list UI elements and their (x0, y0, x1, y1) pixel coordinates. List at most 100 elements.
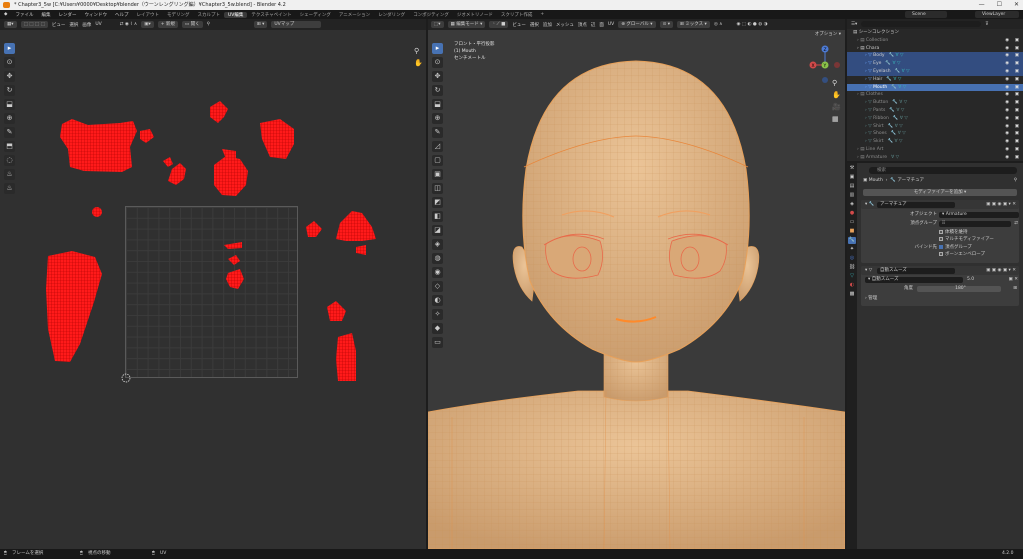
tab-layout[interactable]: レイアウト (132, 12, 163, 18)
transform-2-icon[interactable]: ▭ (432, 337, 443, 348)
outliner-search[interactable] (861, 21, 982, 27)
render-camera-icon[interactable]: ▣ (1015, 99, 1019, 107)
menu-file[interactable]: ファイル (11, 12, 37, 18)
spin-icon[interactable]: ◍ (432, 253, 443, 264)
vertex-group-field[interactable]: ⠿ (939, 221, 1011, 227)
outliner-scene-collection[interactable]: ▤ シーンコレクション (847, 29, 1023, 37)
ortho-toggle-icon[interactable]: ▦ (832, 113, 841, 125)
vp-menu-face[interactable]: 面 (599, 22, 604, 28)
minimize-button[interactable]: — (979, 0, 985, 10)
render-camera-icon[interactable]: ▣ (1015, 107, 1019, 115)
uv-editor[interactable]: ▦▾ ⬚ ⬚ ⬚ ⬚ ビュー 選択 画像 UV ⇄ ◉ ⌇ ∧ ▣▾ + 新規 … (0, 19, 426, 549)
camera-view-icon[interactable]: 🎥 (832, 101, 841, 113)
material-tab-icon[interactable]: ◐ (848, 282, 856, 289)
menu-window[interactable]: ウィンドウ (80, 12, 111, 18)
render-camera-icon[interactable]: ▣ (1015, 115, 1019, 123)
tab-animation[interactable]: アニメーション (335, 12, 374, 18)
outliner-item-hair[interactable]: › ▽ Hair 🔧 ∀ ▽ ◉ ▣ (847, 76, 1023, 84)
mode-selector[interactable]: ▦ 編集モード ▾ (447, 21, 486, 28)
scene-tab-icon[interactable]: ◈ (848, 201, 856, 208)
visibility-eye-icon[interactable]: ◉ (1005, 37, 1009, 45)
smooth-modifier-toggles[interactable]: ▣ ▣ ◉ ▣ ▾ ✕ (986, 266, 1016, 275)
visibility-eye-icon[interactable]: ◉ (1005, 99, 1009, 107)
render-camera-icon[interactable]: ▣ (1015, 60, 1019, 68)
tool-tab-icon[interactable]: ⚒ (848, 165, 856, 172)
angle-field[interactable]: 180° (917, 286, 1001, 292)
filter-icon[interactable]: ⊽ (985, 22, 988, 27)
orientation-selector[interactable]: ⊕ グローバル ▾ (618, 21, 656, 28)
manage-subpanel[interactable]: › 管理 (865, 295, 877, 303)
output-tab-icon[interactable]: ▤ (848, 183, 856, 190)
object-field[interactable]: ▾ Armature (939, 212, 1019, 218)
render-camera-icon[interactable]: ▣ (1015, 52, 1019, 60)
outliner-item-chara[interactable]: › ▤ Chara ◉ ▣ (847, 45, 1023, 53)
invert-icon[interactable]: ⇄ (1014, 220, 1018, 228)
shear-icon[interactable]: ✧ (432, 309, 443, 320)
visibility-eye-icon[interactable]: ◉ (1005, 91, 1009, 99)
visibility-eye-icon[interactable]: ◉ (1005, 123, 1009, 131)
visibility-eye-icon[interactable]: ◉ (1005, 52, 1009, 60)
vp-menu-add[interactable]: 追加 (543, 22, 552, 28)
outliner-item-ribbon[interactable]: › ▽ Ribbon 🔧 ∀ ▽ ◉ ▣ (847, 115, 1023, 123)
visibility-eye-icon[interactable]: ◉ (1005, 107, 1009, 115)
physics-tab-icon[interactable]: ◎ (848, 255, 856, 262)
constraints-tab-icon[interactable]: ⛓ (848, 264, 856, 271)
visibility-eye-icon[interactable]: ◉ (1005, 138, 1009, 146)
render-camera-icon[interactable]: ▣ (1015, 76, 1019, 84)
pan-view-icon[interactable]: ✋ (832, 89, 841, 101)
render-camera-icon[interactable]: ▣ (1015, 123, 1019, 131)
node-group-icons[interactable]: ▣ ✕ (1009, 276, 1018, 284)
tab-modeling[interactable]: モデリング (163, 12, 194, 18)
smooth-modifier-header[interactable]: ▾ ▽ 自動スムーズ ▣ ▣ ◉ ▣ ▾ ✕ (861, 266, 1019, 275)
options-menu[interactable]: オプション ▾ (815, 31, 841, 37)
vp-menu-uv[interactable]: UV (608, 22, 614, 27)
vp-menu-edge[interactable]: 辺 (591, 22, 596, 28)
view-layer-tab-icon[interactable]: ▥ (848, 192, 856, 199)
properties-editor[interactable]: ⚒ ▣ ▤ ▥ ◈ ● ▭ ■ 🔧 ✦ ◎ ⛓ ▽ ◐ ▩ 検索 ▣ Mouth… (847, 163, 1023, 549)
annotate-icon[interactable]: ✎ (432, 127, 443, 138)
transform-icon[interactable]: ⊕ (432, 113, 443, 124)
outliner-item-eye[interactable]: › ▽ Eye 🔧 ∀ ▽ ◉ ▣ (847, 60, 1023, 68)
outliner-item-line-art[interactable]: › ▤ Line Art ◉ ▣ (847, 146, 1023, 154)
cursor-icon[interactable]: ⊙ (432, 57, 443, 68)
outliner-item-clothes[interactable]: › ▤ Clothes ◉ ▣ (847, 91, 1023, 99)
outliner-item-shoes[interactable]: › ▽ Shoes 🔧 ∀ ▽ ◉ ▣ (847, 130, 1023, 138)
smooth-icon[interactable]: ◉ (432, 267, 443, 278)
outliner-item-collection[interactable]: › ▤ Collection ◉ ▣ (847, 37, 1023, 45)
vp-menu-view[interactable]: ビュー (512, 22, 526, 28)
select-box-icon[interactable]: ▸ (432, 43, 443, 54)
properties-search[interactable]: 検索 (869, 167, 1017, 174)
outliner[interactable]: ☰▾ ⊽ ▤ シーンコレクション › ▤ Collection ◉ ▣ › ▤ Cha… (847, 19, 1023, 161)
particles-tab-icon[interactable]: ✦ (848, 246, 856, 253)
render-camera-icon[interactable]: ▣ (1015, 130, 1019, 138)
render-camera-icon[interactable]: ▣ (1015, 45, 1019, 53)
rotate-icon[interactable]: ↻ (432, 85, 443, 96)
tab-texture-paint[interactable]: テクスチャペイント (247, 12, 295, 18)
outliner-item-body[interactable]: › ▽ Body 🔧 ∀ ▽ ◉ ▣ (847, 52, 1023, 61)
texture-tab-icon[interactable]: ▩ (848, 291, 856, 298)
outliner-item-skirt[interactable]: › ▽ Skirt 🔧 ∀ ▽ ◉ ▣ (847, 138, 1023, 146)
visibility-eye-icon[interactable]: ◉ (1005, 130, 1009, 138)
visibility-eye-icon[interactable]: ◉ (1005, 45, 1009, 53)
vp-menu-select[interactable]: 選択 (530, 22, 539, 28)
menu-help[interactable]: ヘルプ (111, 12, 133, 18)
add-workspace-button[interactable]: + (536, 12, 548, 17)
shrink-icon[interactable]: ◐ (432, 295, 443, 306)
snap-selector[interactable]: ⊞ ミックス ▾ (677, 21, 710, 28)
maximize-button[interactable]: ☐ (997, 0, 1002, 10)
visibility-eye-icon[interactable]: ◉ (1005, 146, 1009, 154)
data-tab-icon[interactable]: ▽ (848, 273, 856, 280)
render-camera-icon[interactable]: ▣ (1015, 37, 1019, 45)
gizmo-neg-z[interactable] (822, 77, 828, 83)
visibility-eye-icon[interactable]: ◉ (1005, 84, 1009, 92)
visibility-eye-icon[interactable]: ◉ (1005, 115, 1009, 123)
render-camera-icon[interactable]: ▣ (1015, 154, 1019, 162)
menu-edit[interactable]: 編集 (37, 12, 54, 18)
tab-geometry-nodes[interactable]: ジオメトリノード (453, 12, 497, 18)
armature-modifier-name[interactable]: アーマチュア (877, 201, 955, 208)
smooth-modifier-name[interactable]: 自動スムーズ (877, 267, 955, 274)
tab-sculpt[interactable]: スカルプト (193, 12, 224, 18)
modifier-toggles[interactable]: ▣ ▣ ◉ ▣ ▾ ✕ (986, 200, 1016, 209)
pin-context-icon[interactable]: ⚲ (1014, 177, 1017, 185)
outliner-type-icon[interactable]: ☰▾ (851, 22, 857, 27)
